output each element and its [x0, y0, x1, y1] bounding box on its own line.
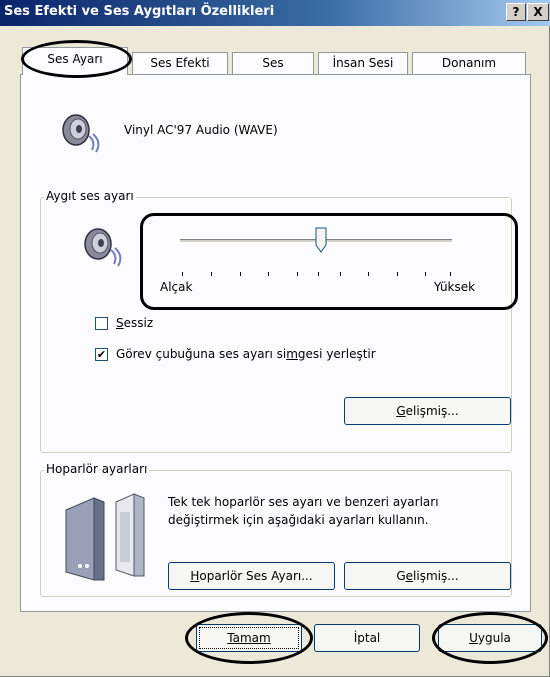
hotkey-letter: G [396, 404, 406, 418]
highlight-ellipse-apply [432, 612, 548, 664]
speaker-description: Tek tek hoparlör ses ayarı ve benzeri ay… [168, 493, 439, 529]
speaker-volume-button[interactable]: Hoparlör Ses Ayarı... [168, 562, 335, 590]
hotkey-letter: e [405, 569, 414, 583]
button-label: elişmiş... [405, 404, 459, 418]
highlight-ellipse-tab [21, 40, 132, 78]
checkmark-icon: ✔ [96, 347, 107, 361]
close-button[interactable]: X [527, 3, 549, 21]
mute-checkbox[interactable]: Sessiz [95, 316, 153, 330]
cancel-button[interactable]: İptal [314, 624, 420, 652]
dialog-window: Ses Efekti ve Ses Aygıtları Özellikleri … [0, 0, 550, 677]
description-line: değiştirmek için aşağıdaki ayarları kull… [168, 513, 429, 527]
highlight-ellipse-ok [185, 612, 313, 664]
button-label: G [396, 569, 406, 583]
mute-label: Sessiz [116, 316, 153, 330]
checkbox-box[interactable] [95, 316, 108, 330]
window-title: Ses Efekti ve Ses Aygıtları Özellikleri [4, 4, 275, 19]
button-label: İptal [353, 631, 381, 645]
help-button[interactable]: ? [506, 3, 526, 21]
label-text: gesi yerleştir [297, 347, 376, 361]
checkbox-box[interactable]: ✔ [95, 347, 108, 361]
tab-label: İnsan Sesi [332, 56, 394, 70]
tray-icon-label: Görev çubuğuna ses ayarı simgesi yerleşt… [116, 347, 376, 361]
tab-ses-efekti[interactable]: Ses Efekti [132, 52, 228, 74]
button-label: lişmiş... [413, 569, 459, 583]
tab-ses[interactable]: Ses [232, 52, 314, 74]
label-text: Görev çubuğuna ses ayarı si [116, 347, 287, 361]
volume-group-title: Aygıt ses ayarı [44, 189, 136, 203]
tab-insan-sesi[interactable]: İnsan Sesi [318, 52, 408, 74]
speaker-advanced-button[interactable]: Gelişmiş... [344, 562, 511, 590]
hotkey-letter: S [116, 316, 124, 330]
hotkey-letter: H [190, 569, 200, 583]
tray-icon-checkbox[interactable]: ✔ Görev çubuğuna ses ayarı simgesi yerle… [95, 347, 376, 361]
tab-label: Donanım [441, 56, 497, 70]
highlight-box-slider [140, 213, 518, 310]
tab-donanim[interactable]: Donanım [412, 52, 526, 74]
tab-label: Ses Efekti [150, 56, 210, 70]
hotkey-letter: m [286, 347, 298, 361]
description-line: Tek tek hoparlör ses ayarı ve benzeri ay… [168, 495, 439, 509]
speaker-icon [58, 110, 106, 154]
speaker-icon [80, 224, 128, 268]
speakers-icon [60, 490, 152, 586]
label-text: essiz [123, 316, 154, 330]
volume-advanced-button[interactable]: Gelişmiş... [344, 397, 511, 425]
title-bar[interactable]: Ses Efekti ve Ses Aygıtları Özellikleri … [0, 0, 550, 26]
button-label: oparlör Ses Ayarı... [199, 569, 313, 583]
tab-label: Ses [262, 56, 284, 70]
speaker-group-title: Hoparlör ayarları [44, 462, 150, 476]
device-name: Vinyl AC'97 Audio (WAVE) [124, 123, 278, 137]
